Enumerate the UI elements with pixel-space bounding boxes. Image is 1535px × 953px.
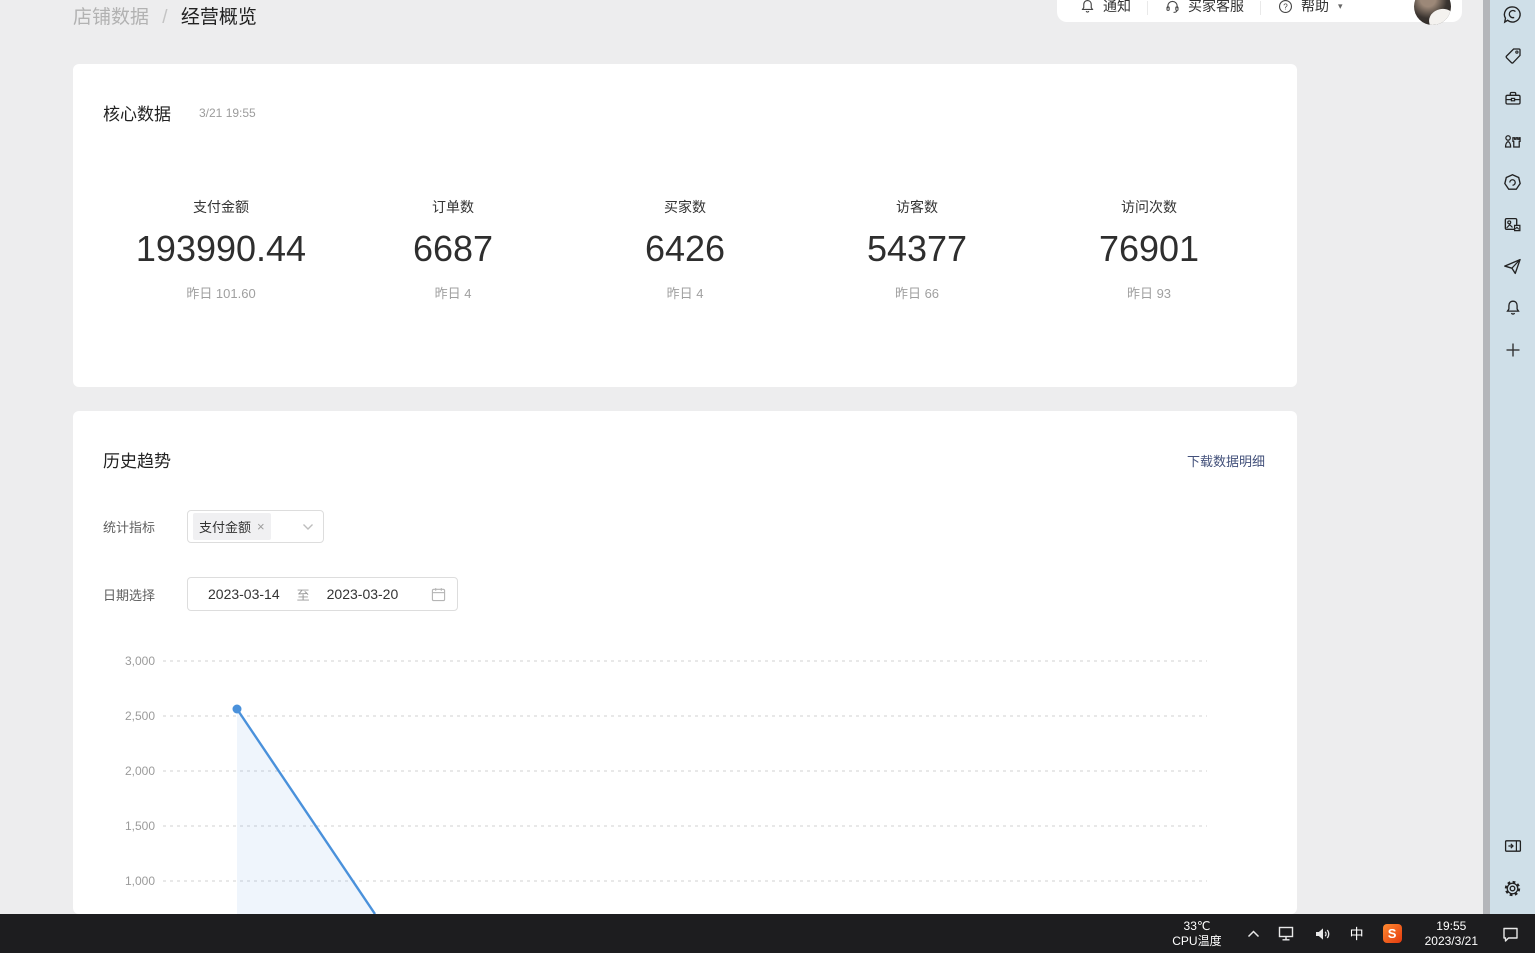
metric-buyer-count: 买家数 6426 昨日 4 [569,197,801,302]
date-filter-row: 日期选择 2023-03-14 至 2023-03-20 [103,577,458,611]
y-axis-tick: 2,500 [125,709,155,723]
metric-filter-row: 统计指标 支付金额 × [103,510,324,543]
sidebar-bell-icon[interactable] [1490,287,1535,329]
date-filter-label: 日期选择 [103,585,187,604]
drop-paper-plane-icon[interactable] [1490,245,1535,287]
selected-metric-tag: 支付金额 × [193,513,271,540]
customer-service-label: 买家客服 [1188,0,1244,16]
tag-close-icon[interactable]: × [257,520,265,533]
metric-payment-amount: 支付金额 193990.44 昨日 101.60 [105,197,337,302]
core-card-timestamp: 3/21 19:55 [199,106,256,120]
customer-service-button[interactable]: 买家客服 [1164,0,1244,16]
date-start-value[interactable]: 2023-03-14 [208,586,280,602]
date-end-value[interactable]: 2023-03-20 [327,586,399,602]
image-creator-icon[interactable] [1490,203,1535,245]
download-data-link[interactable]: 下载数据明细 [1187,451,1265,470]
metric-yesterday: 昨日 66 [801,283,1033,302]
selected-metric-tag-label: 支付金额 [199,517,251,536]
svg-text:?: ? [1283,2,1288,11]
copilot-icon[interactable] [1490,0,1535,35]
metric-select[interactable]: 支付金额 × [187,510,324,543]
metric-order-count: 订单数 6687 昨日 4 [337,197,569,302]
y-axis-tick: 3,000 [125,654,155,668]
breadcrumb-separator: / [162,7,167,28]
ime-indicator[interactable]: 中 [1350,924,1364,944]
trend-card-title: 历史趋势 [103,447,171,472]
metric-value: 193990.44 [105,229,337,269]
settings-gear-icon[interactable] [1490,867,1535,909]
windows-taskbar: 33℃ CPU温度 中 S 19:55 2023/3/21 [0,914,1535,953]
caret-down-icon: ▾ [1338,1,1343,12]
metric-label: 访客数 [801,197,1033,217]
header-divider [1147,1,1148,15]
metric-value: 54377 [801,229,1033,269]
calendar-icon[interactable] [431,587,446,602]
user-avatar[interactable] [1414,0,1451,25]
metric-value: 76901 [1033,229,1265,269]
trend-line-chart: 3,000 2,500 2,000 1,500 1,000 [90,648,1220,914]
clock-tray-item[interactable]: 19:55 2023/3/21 [1425,919,1478,949]
metric-label: 支付金额 [105,197,337,217]
date-range-input[interactable]: 2023-03-14 至 2023-03-20 [187,577,458,611]
core-metrics-row: 支付金额 193990.44 昨日 101.60 订单数 6687 昨日 4 买… [105,197,1265,302]
headset-icon [1164,0,1181,15]
volume-icon[interactable] [1314,926,1332,942]
metric-value: 6426 [569,229,801,269]
notification-label: 通知 [1103,0,1131,16]
tray-time: 19:55 [1425,919,1478,934]
y-axis-tick: 1,000 [125,874,155,888]
header-divider [1260,1,1261,15]
help-button[interactable]: ? 帮助 ▾ [1277,0,1343,16]
metric-value: 6687 [337,229,569,269]
browser-scrollbar[interactable] [1483,0,1490,914]
y-axis-tick: 1,500 [125,819,155,833]
tray-date: 2023/3/21 [1425,934,1478,949]
y-axis-tick: 2,000 [125,764,155,778]
notification-button[interactable]: 通知 [1079,0,1131,16]
metric-yesterday: 昨日 101.60 [105,283,337,302]
browser-essentials-icon[interactable] [1490,161,1535,203]
bell-icon [1079,0,1096,15]
cpu-temp-tray-item[interactable]: 33℃ CPU温度 [1172,919,1221,949]
action-center-icon[interactable] [1501,925,1520,943]
games-icon[interactable] [1490,119,1535,161]
toolbox-icon[interactable] [1490,77,1535,119]
top-header-bar: 通知 买家客服 ? 帮助 ▾ [1057,0,1462,22]
metric-visit-times: 访问次数 76901 昨日 93 [1033,197,1265,302]
chevron-down-icon [302,523,314,531]
breadcrumb-current: 经营概览 [181,7,257,28]
date-to-text: 至 [297,585,310,604]
cpu-temp-value: 33℃ [1172,919,1221,934]
metric-yesterday: 昨日 4 [569,283,801,302]
help-icon: ? [1277,0,1294,15]
series-data-point [233,705,242,714]
breadcrumb: 店铺数据 / 经营概览 [73,2,257,29]
edge-sidebar [1490,0,1535,914]
cpu-temp-label: CPU温度 [1172,934,1221,949]
metric-yesterday: 昨日 93 [1033,283,1265,302]
metric-label: 买家数 [569,197,801,217]
add-icon[interactable] [1490,329,1535,371]
core-card-title: 核心数据 [103,100,171,125]
open-panel-icon[interactable] [1490,825,1535,867]
tray-expand-chevron-icon[interactable] [1247,930,1260,938]
help-label: 帮助 [1301,0,1329,16]
metric-filter-label: 统计指标 [103,517,187,536]
breadcrumb-parent[interactable]: 店铺数据 [73,7,149,28]
metric-label: 订单数 [337,197,569,217]
shopping-tag-icon[interactable] [1490,35,1535,77]
sogou-input-icon[interactable]: S [1383,924,1402,943]
history-trend-card: 历史趋势 下载数据明细 统计指标 支付金额 × 日期选择 2023-03-14 … [73,411,1297,914]
metric-yesterday: 昨日 4 [337,283,569,302]
metric-visitor-count: 访客数 54377 昨日 66 [801,197,1033,302]
core-data-card: 核心数据 3/21 19:55 支付金额 193990.44 昨日 101.60… [73,64,1297,387]
metric-label: 访问次数 [1033,197,1265,217]
network-icon[interactable] [1278,925,1296,942]
